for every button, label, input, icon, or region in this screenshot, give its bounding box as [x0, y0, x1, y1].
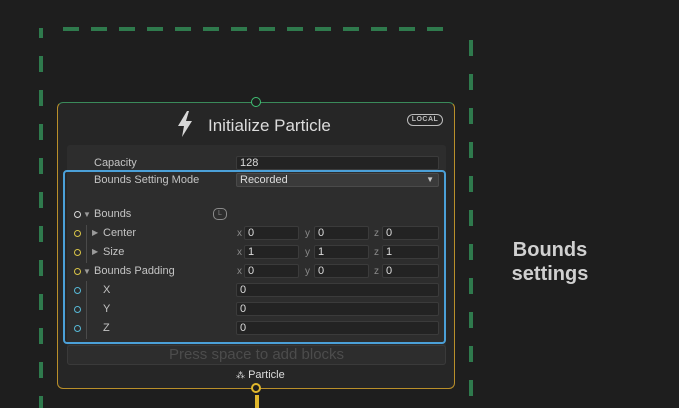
dash: [39, 328, 43, 344]
dash: [259, 27, 275, 31]
dash: [39, 226, 43, 242]
dash: [399, 27, 415, 31]
dash: [469, 176, 473, 192]
dash: [469, 380, 473, 396]
dash: [39, 56, 43, 72]
dash: [315, 27, 331, 31]
dash: [39, 158, 43, 174]
caption-line-2: settings: [511, 263, 589, 285]
dash: [39, 260, 43, 276]
dash: [63, 27, 79, 31]
dash: [39, 362, 43, 378]
caption-line-1: Bounds: [512, 239, 588, 261]
dash: [469, 244, 473, 260]
dash: [427, 27, 443, 31]
dash: [469, 210, 473, 226]
dash: [343, 27, 359, 31]
dash: [469, 278, 473, 294]
capacity-input[interactable]: 128: [236, 156, 439, 170]
dash: [469, 108, 473, 124]
dash: [469, 346, 473, 362]
dash: [147, 27, 163, 31]
dash: [39, 28, 43, 38]
capacity-label: Capacity: [94, 157, 137, 169]
add-blocks-placeholder[interactable]: Press space to add blocks: [67, 345, 446, 365]
dash: [371, 27, 387, 31]
flow-output-port[interactable]: [251, 383, 261, 393]
dash: [287, 27, 303, 31]
bounds-settings-caption: Bounds settings: [498, 238, 602, 286]
dash: [469, 40, 473, 56]
bounds-settings-highlight: [63, 170, 446, 344]
flow-output-connection: [255, 395, 259, 408]
dash: [119, 27, 135, 31]
particle-icon: ⁂: [236, 370, 245, 380]
dash: [175, 27, 191, 31]
dash: [39, 124, 43, 140]
output-particle-text: Particle: [248, 369, 285, 381]
dash: [39, 192, 43, 208]
space-toggle-badge[interactable]: LOCAL: [407, 114, 443, 126]
dash: [39, 396, 43, 408]
lightning-icon: [178, 111, 192, 137]
output-particle-label: ⁂ Particle: [236, 369, 285, 381]
dash: [469, 312, 473, 328]
node-header[interactable]: Initialize Particle LOCAL: [58, 103, 454, 145]
dash: [231, 27, 247, 31]
dash: [203, 27, 219, 31]
dash: [39, 294, 43, 310]
node-title: Initialize Particle: [208, 116, 331, 135]
dash: [469, 142, 473, 158]
dash: [469, 74, 473, 90]
dash: [91, 27, 107, 31]
dash: [39, 90, 43, 106]
